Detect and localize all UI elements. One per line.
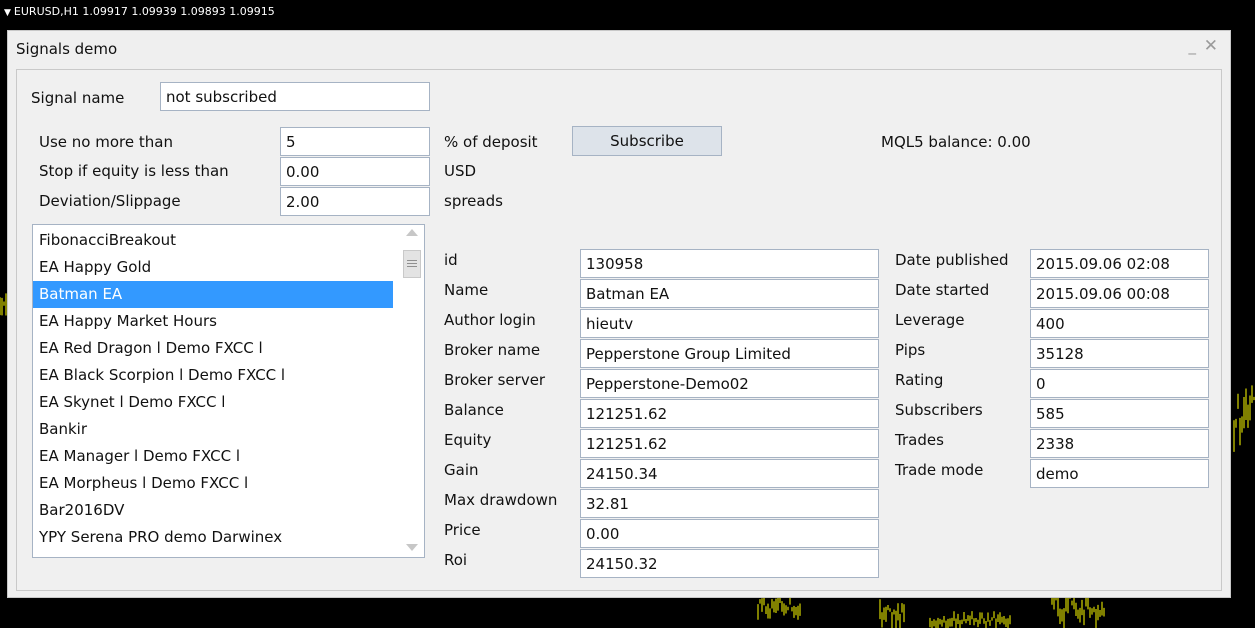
scroll-up-icon[interactable] [406, 229, 418, 236]
dialog-panel: Signal name not subscribed Use no more t… [16, 69, 1222, 591]
detail-value-field[interactable]: Batman EA [580, 279, 879, 308]
detail-label: Gain [444, 461, 479, 479]
signal-list-item[interactable]: YPY Serena PRO demo Darwinex [33, 524, 393, 551]
detail-label: Leverage [895, 311, 965, 329]
detail-value-field[interactable]: 585 [1030, 399, 1209, 428]
detail-value-field[interactable]: 2015.09.06 02:08 [1030, 249, 1209, 278]
signal-list-item[interactable]: Bankir [33, 416, 393, 443]
signal-list-item[interactable]: EA Morpheus l Demo FXCC l [33, 470, 393, 497]
signal-list-item[interactable]: EA Happy Market Hours [33, 308, 393, 335]
detail-label: Price [444, 521, 481, 539]
symbol-quote: EURUSD,H1 1.09917 1.09939 1.09893 1.0991… [13, 5, 275, 18]
detail-label: Subscribers [895, 401, 983, 419]
stop-equity-label: Stop if equity is less than [39, 162, 229, 180]
deviation-label: Deviation/Slippage [39, 192, 181, 210]
detail-label: Balance [444, 401, 504, 419]
dialog-title: Signals demo [16, 40, 118, 58]
subscribe-button[interactable]: Subscribe [572, 126, 722, 156]
detail-value-field[interactable]: 24150.34 [580, 459, 879, 488]
detail-label: Broker server [444, 371, 546, 389]
detail-value-field[interactable]: 121251.62 [580, 429, 879, 458]
detail-label: Trade mode [895, 461, 984, 479]
detail-label: Equity [444, 431, 492, 449]
minimize-icon[interactable]: _ [1189, 37, 1197, 55]
detail-value-field[interactable]: hieutv [580, 309, 879, 338]
signal-list-item[interactable]: EA Black Scorpion l Demo FXCC l [33, 362, 393, 389]
signal-list-item[interactable]: EA Manager l Demo FXCC l [33, 443, 393, 470]
detail-value-field[interactable]: 130958 [580, 249, 879, 278]
detail-value-field[interactable]: 0.00 [580, 519, 879, 548]
signals-list[interactable]: FibonacciBreakout EA Happy Gold Batman EA E… [32, 224, 425, 558]
stop-equity-field[interactable]: 0.00 [280, 157, 430, 186]
signal-list-item[interactable]: EA Happy Gold [33, 254, 393, 281]
detail-label: Author login [444, 311, 536, 329]
detail-value-field[interactable]: 2015.09.06 00:08 [1030, 279, 1209, 308]
detail-value-field[interactable]: demo [1030, 459, 1209, 488]
detail-label: id [444, 251, 458, 269]
detail-value-field[interactable]: 0 [1030, 369, 1209, 398]
detail-value-field[interactable]: 2338 [1030, 429, 1209, 458]
detail-value-field[interactable]: 32.81 [580, 489, 879, 518]
signal-name-field[interactable]: not subscribed [160, 82, 430, 111]
scroll-thumb[interactable] [403, 250, 421, 278]
detail-label: Name [444, 281, 489, 299]
detail-value-field[interactable]: 24150.32 [580, 549, 879, 578]
detail-value-field[interactable]: 35128 [1030, 339, 1209, 368]
list-scrollbar[interactable] [400, 225, 424, 557]
detail-label: Pips [895, 341, 926, 359]
detail-label: Broker name [444, 341, 541, 359]
signal-list-item[interactable]: EA Red Dragon l Demo FXCC l [33, 335, 393, 362]
dialog-titlebar[interactable]: Signals demo _ ✕ [8, 31, 1230, 65]
detail-label: Date started [895, 281, 990, 299]
use-no-more-label: Use no more than [39, 133, 173, 151]
detail-label: Roi [444, 551, 468, 569]
signal-list-item[interactable]: Batman EA [33, 281, 393, 308]
dropdown-triangle-icon[interactable]: ▼ [4, 8, 11, 18]
detail-label: Rating [895, 371, 944, 389]
signal-list-item[interactable]: Bar2016DV [33, 497, 393, 524]
scroll-down-icon[interactable] [406, 544, 418, 551]
currency-label: USD [444, 162, 477, 180]
detail-value-field[interactable]: Pepperstone-Demo02 [580, 369, 879, 398]
detail-label: Max drawdown [444, 491, 558, 509]
mql5-balance: MQL5 balance: 0.00 [881, 133, 1031, 151]
detail-value-field[interactable]: Pepperstone Group Limited [580, 339, 879, 368]
signal-list-item[interactable]: EA Skynet l Demo FXCC l [33, 389, 393, 416]
close-icon[interactable]: ✕ [1204, 36, 1218, 56]
deviation-field[interactable]: 2.00 [280, 187, 430, 216]
deposit-percent-label: % of deposit [444, 133, 538, 151]
detail-value-field[interactable]: 400 [1030, 309, 1209, 338]
signal-list-item[interactable]: FibonacciBreakout [33, 227, 393, 254]
spreads-label: spreads [444, 192, 503, 210]
detail-label: Trades [895, 431, 944, 449]
chart-header: ▼ EURUSD,H1 1.09917 1.09939 1.09893 1.099… [0, 0, 1255, 26]
detail-label: Date published [895, 251, 1009, 269]
detail-value-field[interactable]: 121251.62 [580, 399, 879, 428]
signal-name-label: Signal name [31, 89, 125, 107]
signals-dialog: Signals demo _ ✕ Signal name not subscri… [7, 30, 1231, 598]
use-no-more-field[interactable]: 5 [280, 127, 430, 156]
